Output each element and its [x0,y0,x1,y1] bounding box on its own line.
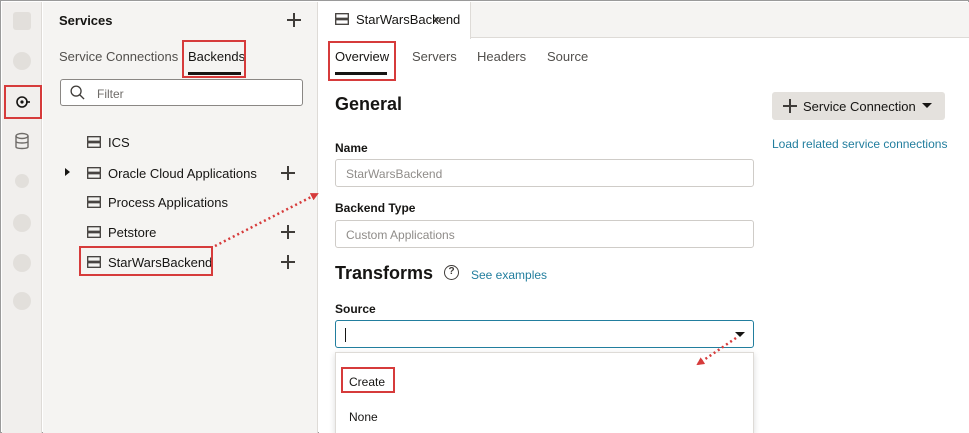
source-option-none[interactable]: None [349,410,378,424]
backend-label: Oracle Cloud Applications [108,165,257,181]
source-select[interactable] [335,320,754,348]
server-icon [87,226,101,238]
highlight-overview-box [328,41,396,81]
activity-rail [2,2,42,433]
app-icon[interactable] [13,12,31,30]
process-icon[interactable] [13,254,31,272]
backend-item-ics[interactable]: ICS [87,133,130,151]
server-icon [87,196,101,208]
expand-caret-icon[interactable] [65,168,70,176]
name-field[interactable]: StarWarsBackend [335,159,754,187]
highlight-create-box [341,367,395,393]
backend-label: ICS [108,134,130,150]
tab-service-connections[interactable]: Service Connections [59,49,178,64]
name-value: StarWarsBackend [346,167,443,181]
see-examples-link[interactable]: See examples [471,268,547,282]
editor-tab-bar: StarWarsBackend × [319,2,969,39]
tab-headers[interactable]: Headers [477,49,526,64]
add-service-plus-icon[interactable] [287,13,301,27]
help-icon[interactable]: ? [444,265,459,280]
chevron-down-icon[interactable] [735,332,745,337]
general-heading: General [335,94,403,114]
add-service-connection-button[interactable]: Service Connection [772,92,945,120]
load-related-connections-link[interactable]: Load related service connections [772,137,947,151]
backend-item-petstore[interactable]: Petstore [87,223,156,241]
business-objects-icon[interactable] [15,174,29,188]
database-icon[interactable] [13,132,31,152]
server-icon [87,136,101,148]
app-window: Services Service Connections Backends Fi… [0,0,969,433]
backend-label: Process Applications [108,194,228,210]
components-icon[interactable] [13,214,31,232]
chevron-down-icon [922,103,932,108]
tab-servers[interactable]: Servers [412,49,457,64]
settings-icon[interactable] [13,292,31,310]
add-oracle-cloud-plus-icon[interactable] [281,166,295,180]
name-label: Name [335,141,368,155]
filter-placeholder: Filter [97,87,124,101]
service-connection-icon [16,96,30,108]
highlight-backends-box [182,40,246,78]
transforms-heading: Transforms [335,263,434,283]
backend-label: Petstore [108,224,157,240]
backend-editor: StarWarsBackend × Overview Servers Heade… [319,2,969,433]
source-dropdown-list: Create None [335,352,754,433]
editor-tab-starwarsbackend[interactable]: StarWarsBackend × [319,2,471,39]
service-connection-label: Service Connection [803,99,916,114]
tab-source[interactable]: Source [547,49,588,64]
backend-type-label: Backend Type [335,201,416,215]
services-rail-button[interactable] [4,85,42,119]
backend-type-value: Custom Applications [346,228,455,242]
services-title: Services [59,13,113,28]
text-cursor [345,328,346,342]
source-label: Source [335,302,376,316]
add-petstore-plus-icon[interactable] [281,225,295,239]
server-icon [87,167,101,179]
editor-tab-label: StarWarsBackend [356,12,461,27]
search-icon [70,85,85,100]
plus-icon [783,99,797,113]
highlight-starwarsbackend-box [79,246,213,276]
backend-item-process-applications[interactable]: Process Applications [87,193,228,211]
close-icon[interactable]: × [433,12,441,27]
add-starwars-plus-icon[interactable] [281,255,295,269]
server-icon [335,13,349,25]
filter-input[interactable]: Filter [60,79,303,106]
services-panel: Services Service Connections Backends Fi… [43,2,318,433]
layout-icon[interactable] [13,52,31,70]
backend-type-field[interactable]: Custom Applications [335,220,754,248]
backend-item-oracle-cloud-applications[interactable]: Oracle Cloud Applications [87,164,257,182]
